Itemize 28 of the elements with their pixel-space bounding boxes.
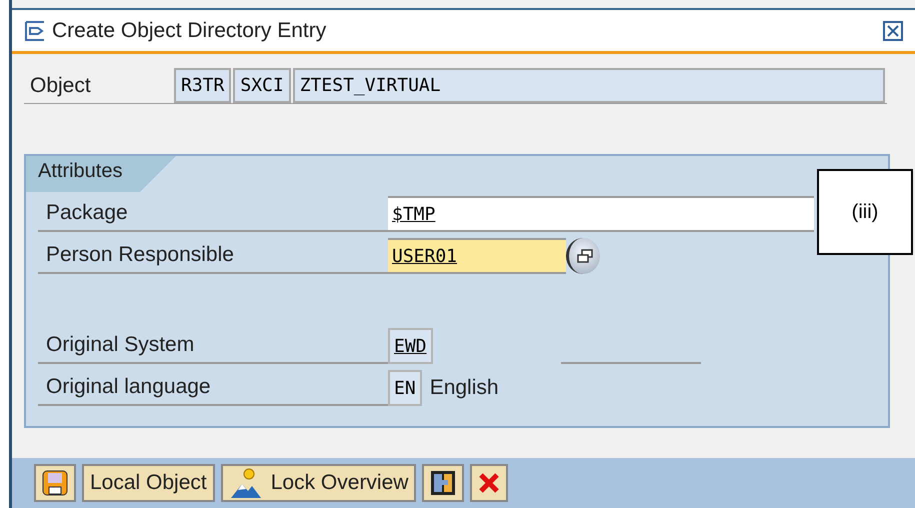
annotation-label: (iii) — [817, 169, 913, 255]
windows-icon — [576, 249, 592, 263]
group-title: Attributes — [26, 156, 176, 192]
cancel-button[interactable] — [470, 464, 508, 502]
value-help-button[interactable] — [566, 238, 600, 274]
display-field: ZTEST_VIRTUAL — [292, 68, 885, 103]
lock-button[interactable]: Lock Overview — [220, 464, 416, 502]
input-field[interactable]: $TMP — [388, 196, 814, 232]
field-label: Package — [38, 196, 388, 232]
display-field: EN — [388, 370, 422, 406]
branch-button[interactable] — [422, 464, 464, 502]
save-icon — [42, 470, 68, 496]
cancel-icon — [478, 472, 500, 494]
save-button[interactable] — [34, 464, 76, 502]
field-label: Object — [29, 72, 92, 98]
language-name: English — [430, 375, 499, 401]
display-field: SXCI — [233, 68, 291, 103]
input-field[interactable]: USER01 — [388, 238, 566, 274]
close-button[interactable] — [883, 20, 903, 40]
field-label: Person Responsible — [38, 238, 388, 274]
display-field: R3TR — [174, 68, 232, 103]
local-object-button[interactable]: Local Object — [82, 464, 215, 502]
field-label: Original language — [38, 370, 388, 406]
window-title: Create Object Directory Entry — [52, 18, 328, 42]
field-label: Original System — [38, 328, 388, 364]
display-field: EWD — [388, 328, 433, 364]
close-icon — [887, 24, 899, 36]
mountain-icon — [228, 466, 263, 500]
